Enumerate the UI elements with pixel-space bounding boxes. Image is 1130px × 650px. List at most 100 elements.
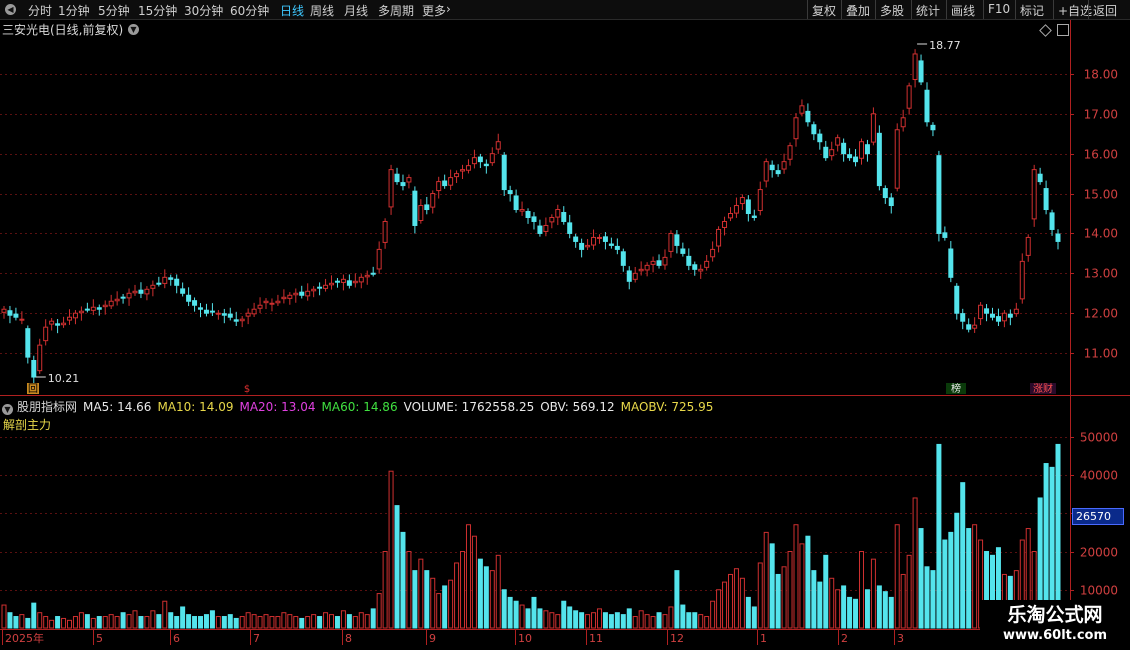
candle-body	[233, 319, 239, 322]
watermark-title: 乐淘公式网	[1007, 604, 1103, 626]
candle-body	[972, 324, 978, 329]
candle-body	[978, 304, 984, 320]
candle-body	[108, 300, 114, 307]
indicator-header: ▼ 股朋指标网 MA5: 14.66 MA10: 14.09 MA20: 13.04 MA…	[2, 398, 719, 415]
candle-body	[430, 193, 436, 208]
toolbar-action-8[interactable]: 返回	[1093, 2, 1117, 19]
ma10-value: MA10: 14.09	[157, 400, 234, 414]
diamond-icon[interactable]	[1039, 24, 1052, 37]
volume-bar	[454, 562, 460, 629]
volume-bar	[72, 616, 78, 629]
candle-body	[984, 308, 990, 314]
candle-body	[555, 209, 561, 218]
volume-bar	[596, 608, 602, 629]
candle-body	[805, 110, 811, 123]
volume-bar	[305, 616, 311, 629]
candle-body	[251, 308, 257, 315]
candle-body	[989, 313, 995, 318]
panel-toggle-icon[interactable]	[1057, 24, 1069, 36]
title-menu-icon[interactable]: ▼	[128, 24, 139, 35]
volume-bar	[507, 596, 513, 629]
candle-body	[680, 248, 686, 254]
period-tab-9[interactable]: 多周期	[378, 2, 414, 19]
toolbar-action-6[interactable]: 标记	[1020, 2, 1044, 19]
candle-body	[948, 248, 954, 278]
candle-body	[370, 272, 376, 275]
volume-tick-label: 50000	[1080, 431, 1118, 445]
period-tab-10[interactable]: 更多	[422, 2, 446, 19]
candle-body	[299, 291, 305, 296]
volume-bar	[894, 524, 900, 629]
volume-bar	[585, 614, 591, 629]
volume-bar	[340, 610, 346, 629]
toolbar-action-4[interactable]: 画线	[951, 2, 975, 19]
volume-bar	[716, 589, 722, 629]
toolbar-action-7[interactable]: +自选	[1058, 2, 1092, 19]
candle-body	[334, 280, 340, 283]
volume-bar	[37, 612, 43, 629]
volume-bar	[561, 600, 567, 629]
toolbar-action-2[interactable]: 多股	[880, 2, 904, 19]
candle-body	[924, 89, 930, 123]
candle-body	[668, 232, 674, 252]
volume-bar	[25, 617, 31, 629]
more-chevron-icon[interactable]: ›	[446, 2, 451, 16]
candle-body	[227, 313, 233, 318]
period-tab-1[interactable]: 1分钟	[58, 2, 90, 19]
candle-body	[787, 145, 793, 160]
volume-bar	[555, 614, 561, 629]
volume-bar	[364, 614, 370, 629]
period-tab-3[interactable]: 15分钟	[138, 2, 177, 19]
period-tab-7[interactable]: 周线	[310, 2, 334, 19]
volume-bar	[936, 443, 942, 629]
candle-body	[90, 306, 96, 311]
volume-bar	[138, 616, 144, 629]
candle-body	[716, 228, 722, 247]
volume-bar	[448, 579, 454, 629]
period-tab-8[interactable]: 月线	[344, 2, 368, 19]
volume-bar	[233, 617, 239, 629]
candle-body	[37, 344, 43, 372]
volume-bar	[192, 616, 198, 629]
candle-body	[114, 298, 120, 302]
volume-bar	[727, 573, 733, 629]
toolbar-action-1[interactable]: 叠加	[846, 2, 870, 19]
candle-body	[174, 278, 180, 286]
candle-body	[894, 129, 900, 189]
volume-bar	[698, 614, 704, 629]
candle-body	[900, 117, 906, 128]
volume-bar	[513, 600, 519, 629]
indicator-name[interactable]: 股朋指标网	[17, 400, 77, 414]
back-arrow-icon[interactable]: ◀	[5, 4, 16, 15]
candle-body	[769, 164, 775, 171]
volume-bar	[620, 614, 626, 629]
volume-bar	[680, 604, 686, 629]
candle-body	[72, 312, 78, 319]
period-tab-6[interactable]: 日线	[280, 2, 304, 19]
candle-body	[144, 288, 150, 295]
volume-bar	[269, 616, 275, 629]
candle-body	[293, 292, 299, 296]
indicator-menu-icon[interactable]: ▼	[2, 404, 13, 415]
marker-box-bang	[946, 383, 966, 394]
toolbar-action-3[interactable]: 统计	[916, 2, 940, 19]
candle-body	[495, 141, 501, 150]
volume-bar	[960, 482, 966, 629]
volume-bar	[263, 614, 269, 629]
volume-bar	[489, 570, 495, 629]
volume-bar	[132, 610, 138, 629]
candle-body	[966, 324, 972, 330]
period-tab-4[interactable]: 30分钟	[184, 2, 223, 19]
toolbar-separator	[911, 0, 912, 19]
toolbar-action-0[interactable]: 复权	[812, 2, 836, 19]
period-tab-5[interactable]: 60分钟	[230, 2, 269, 19]
volume-bar	[858, 551, 864, 629]
candle-body	[912, 53, 918, 80]
period-tab-0[interactable]: 分时	[28, 2, 52, 19]
candle-body	[84, 308, 90, 311]
toolbar-action-5[interactable]: F10	[988, 2, 1010, 16]
volume-bar	[55, 616, 61, 629]
period-tab-2[interactable]: 5分钟	[98, 2, 130, 19]
candle-body	[126, 292, 132, 299]
volume-bar	[745, 596, 751, 629]
